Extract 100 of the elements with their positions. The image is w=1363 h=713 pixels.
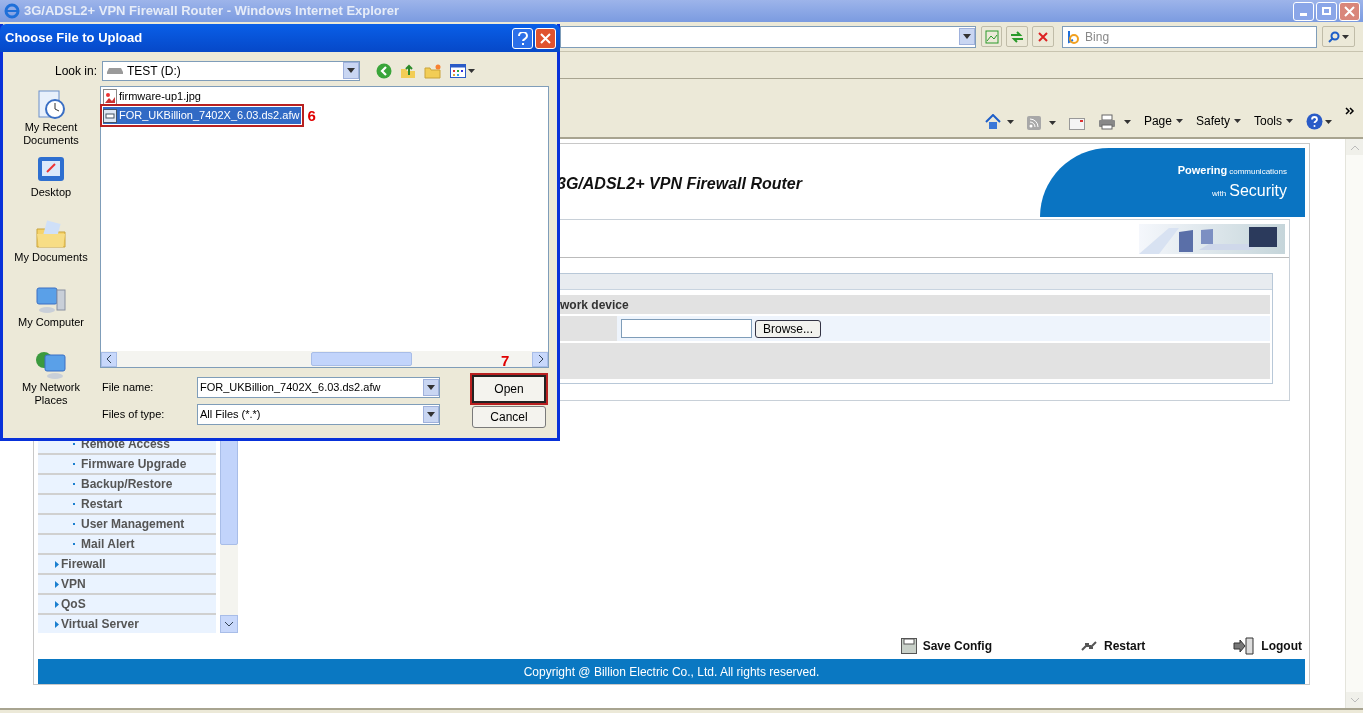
command-menu[interactable]: Page bbox=[1143, 112, 1183, 130]
dropdown-arrow-button[interactable] bbox=[343, 62, 360, 79]
page-scrollbar[interactable] bbox=[1345, 139, 1363, 708]
refresh-button[interactable] bbox=[1006, 26, 1029, 47]
sidebar-item[interactable]: QoS bbox=[38, 595, 216, 613]
folder-icon bbox=[35, 219, 67, 251]
product-title: 3G/ADSL2+ VPN Firewall Router bbox=[557, 174, 802, 194]
caret-icon bbox=[1286, 119, 1293, 123]
horizontal-scrollbar[interactable] bbox=[101, 351, 548, 367]
dropdown-arrow-button[interactable] bbox=[959, 28, 976, 45]
envelope-icon bbox=[1068, 118, 1085, 130]
back-icon[interactable] bbox=[376, 62, 393, 79]
copyright-bar: Copyright @ Billion Electric Co., Ltd. All rights reserved. bbox=[38, 659, 1305, 684]
close-icon bbox=[540, 32, 551, 44]
home-button[interactable] bbox=[984, 114, 1014, 130]
compatibility-button[interactable] bbox=[981, 26, 1003, 47]
stop-button[interactable] bbox=[1032, 26, 1055, 47]
browse-button[interactable]: Browse... bbox=[755, 319, 821, 338]
home-icon bbox=[984, 114, 1001, 130]
triangle-icon bbox=[55, 620, 59, 628]
caret-icon bbox=[1342, 34, 1349, 39]
file-icon bbox=[103, 108, 117, 123]
refresh-icon bbox=[1010, 29, 1025, 44]
caret-icon bbox=[427, 385, 435, 390]
place-item[interactable]: Desktop bbox=[5, 154, 97, 219]
caret-icon bbox=[1006, 120, 1014, 124]
sidebar-item[interactable]: User Management bbox=[38, 515, 216, 533]
printer-icon bbox=[1097, 114, 1116, 130]
print-button[interactable] bbox=[1097, 114, 1131, 130]
sidebar-item[interactable]: Firmware Upgrade bbox=[38, 455, 216, 473]
close-icon bbox=[1344, 5, 1355, 17]
file-item[interactable]: FOR_UKBillion_7402X_6.03.ds2.afw bbox=[103, 107, 302, 124]
restore-button[interactable] bbox=[1316, 1, 1337, 21]
logo-word: communications bbox=[1229, 166, 1287, 179]
search-icon bbox=[1328, 30, 1340, 43]
place-item[interactable]: My Computer bbox=[5, 284, 97, 349]
dropdown-arrow-button[interactable] bbox=[423, 379, 439, 396]
stop-icon bbox=[1038, 31, 1049, 42]
mail-button[interactable] bbox=[1068, 118, 1085, 130]
window-title: 3G/ADSL2+ VPN Firewall Router - Windows Internet Explorer bbox=[24, 2, 400, 21]
file-name-label: File name: bbox=[102, 380, 155, 396]
address-field[interactable] bbox=[560, 25, 977, 48]
look-in-dropdown[interactable]: TEST (D:) bbox=[102, 60, 361, 81]
view-menu-button[interactable] bbox=[450, 63, 476, 78]
new-folder-icon[interactable] bbox=[424, 62, 443, 79]
sidebar-item[interactable]: Virtual Server bbox=[38, 615, 216, 633]
step-number: 7 bbox=[501, 352, 510, 369]
caret-icon bbox=[1234, 119, 1241, 123]
cancel-button[interactable]: Cancel bbox=[472, 406, 546, 428]
file-name-field[interactable]: FOR_UKBillion_7402X_6.03.ds2.afw bbox=[197, 377, 440, 398]
question-mark-icon bbox=[517, 31, 528, 45]
sidebar-item[interactable]: Restart bbox=[38, 495, 216, 513]
sidebar-item[interactable]: Mail Alert bbox=[38, 535, 216, 553]
footer-link[interactable]: Logout bbox=[1233, 637, 1302, 655]
close-button[interactable] bbox=[1339, 1, 1360, 21]
logo-word: with bbox=[1211, 187, 1227, 200]
drive-icon bbox=[107, 66, 124, 75]
open-button[interactable]: Open bbox=[472, 375, 546, 403]
place-item[interactable]: My Recent Documents bbox=[5, 89, 97, 154]
page-icon bbox=[984, 29, 999, 44]
browser-logo-icon bbox=[4, 3, 20, 19]
dropdown-arrow-button[interactable] bbox=[423, 406, 439, 423]
feeds-button[interactable] bbox=[1026, 116, 1056, 130]
search-field[interactable]: Bing bbox=[1062, 25, 1318, 48]
place-item[interactable]: My Network Places bbox=[5, 349, 97, 414]
clock-document-icon bbox=[35, 89, 67, 121]
close-button[interactable] bbox=[535, 27, 556, 49]
command-menu[interactable]: Tools bbox=[1254, 112, 1293, 130]
logo-word: Powering bbox=[1177, 163, 1228, 179]
search-provider-icon bbox=[1066, 29, 1081, 44]
triangle-icon bbox=[55, 600, 59, 608]
help-button[interactable] bbox=[1306, 113, 1332, 130]
search-button[interactable] bbox=[1322, 26, 1355, 47]
section-heading: work device bbox=[560, 296, 629, 314]
logo-word: Security bbox=[1229, 180, 1287, 201]
caret-icon bbox=[1175, 119, 1183, 123]
file-type-dropdown[interactable]: All Files (*.*) bbox=[197, 404, 440, 425]
rss-icon bbox=[1026, 116, 1041, 130]
footer-link[interactable]: Save Config bbox=[900, 637, 992, 655]
up-folder-icon[interactable] bbox=[400, 62, 417, 79]
sidebar-item[interactable]: Backup/Restore bbox=[38, 475, 216, 493]
minimize-button[interactable] bbox=[1293, 1, 1314, 21]
sidebar-item[interactable]: VPN bbox=[38, 575, 216, 593]
footer-link[interactable]: Restart bbox=[1080, 637, 1146, 655]
triangle-icon bbox=[55, 580, 59, 588]
caret-icon bbox=[347, 68, 356, 73]
triangle-icon bbox=[55, 560, 59, 568]
sidebar-item[interactable]: Firewall bbox=[38, 555, 216, 573]
computer-icon bbox=[35, 284, 67, 316]
caret-icon bbox=[963, 34, 972, 39]
file-type-label: Files of type: bbox=[102, 407, 166, 423]
step-number: 6 bbox=[307, 108, 316, 123]
chevron-icon[interactable] bbox=[1345, 107, 1355, 115]
network-computer-icon bbox=[35, 349, 67, 381]
file-path-field[interactable] bbox=[621, 319, 752, 338]
place-item[interactable]: My Documents bbox=[5, 219, 97, 284]
file-item[interactable]: firmware-up1.jpg bbox=[103, 88, 203, 105]
help-button[interactable] bbox=[512, 27, 533, 49]
caret-icon bbox=[1325, 119, 1332, 124]
command-menu[interactable]: Safety bbox=[1195, 112, 1241, 130]
